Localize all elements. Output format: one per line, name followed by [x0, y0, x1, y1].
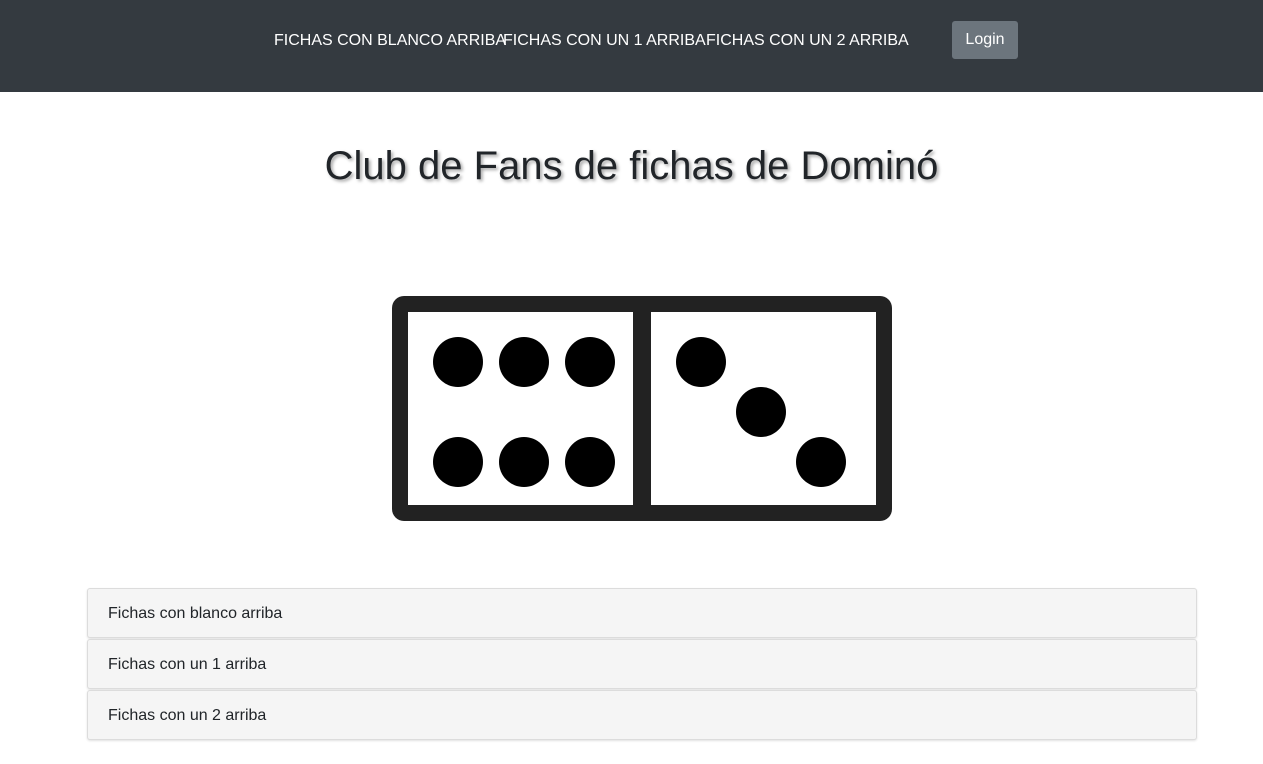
accordion-item-blanco-arriba[interactable]: Fichas con blanco arriba [87, 588, 1197, 638]
accordion-label: Fichas con blanco arriba [108, 605, 283, 622]
nav-link-blanco-arriba[interactable]: FICHAS CON BLANCO ARRIBA [274, 31, 506, 51]
accordion-label: Fichas con un 1 arriba [108, 656, 267, 673]
page-title: Club de Fans de fichas de Dominó [324, 144, 939, 188]
pip [565, 337, 615, 387]
accordion-label: Fichas con un 2 arriba [108, 707, 267, 724]
accordion-item-1-arriba[interactable]: Fichas con un 1 arriba [87, 639, 1197, 689]
nav-link-1-arriba[interactable]: FICHAS CON UN 1 ARRIBA [503, 31, 706, 51]
nav-link-2-arriba[interactable]: FICHAS CON UN 2 ARRIBA [706, 31, 909, 51]
pip [565, 437, 615, 487]
login-button[interactable]: Login [952, 21, 1018, 59]
pip [736, 387, 786, 437]
top-navbar: FICHAS CON BLANCO ARRIBA FICHAS CON UN 1… [0, 0, 1263, 92]
pip [499, 337, 549, 387]
pip [433, 337, 483, 387]
domino-tile-image [392, 296, 892, 521]
accordion-item-2-arriba[interactable]: Fichas con un 2 arriba [87, 690, 1197, 740]
pip [676, 337, 726, 387]
pip [796, 437, 846, 487]
pip [499, 437, 549, 487]
pip [433, 437, 483, 487]
